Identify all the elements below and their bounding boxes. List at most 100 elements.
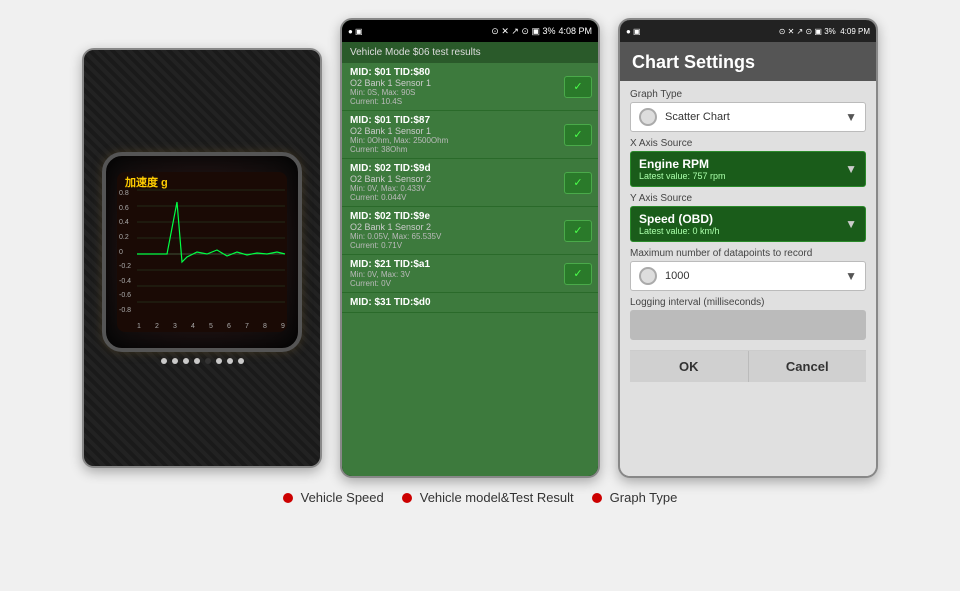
screen3-status-bar: ● ▣ ⊙ ✕ ↗ ⊙ ▣ 3% 4:09 PM [620,20,876,42]
chart-settings-title-bar: Chart Settings [620,42,876,81]
ok-check-5: ✓ [573,267,582,280]
screen2-wrapper: ● ▣ ⊙ ✕ ↗ ⊙ ▣ 3% ⊙ ✕ ↗ ⊙ ▣ 3% 4:08 PM 4:… [340,18,600,478]
settings-body: Graph Type Scatter Chart ▼ X Axis Source… [620,81,876,476]
graph-type-label: Graph Type [630,89,866,100]
graph-type-dropdown[interactable]: Scatter Chart ▼ [630,102,866,132]
status-bar-right-3: ⊙ ✕ ↗ ⊙ ▣ 3% 4:09 PM [779,27,870,36]
graph-type-value: Scatter Chart [665,111,845,123]
test-item-3-detail: Min: 0V, Max: 0.433VCurrent: 0.044V [350,184,590,202]
status-bar-right: ⊙ ✕ ↗ ⊙ ▣ 3% ⊙ ✕ ↗ ⊙ ▣ 3% 4:08 PM 4:08 P… [491,26,592,37]
x-axis-value: Engine RPM [639,157,726,171]
dot-5-active [205,358,211,364]
x-axis-content: Engine RPM Latest value: 757 rpm [639,157,726,181]
x-labels: 9 8 7 6 5 4 3 2 1 [137,323,285,330]
x-axis-dropdown[interactable]: Engine RPM Latest value: 757 rpm ▼ [630,151,866,187]
graph-type-circle [639,108,657,126]
cancel-button[interactable]: Cancel [749,351,867,382]
test-item-4-title: MID: $02 TID:$9e [350,211,590,222]
screen2-phone: ● ▣ ⊙ ✕ ↗ ⊙ ▣ 3% ⊙ ✕ ↗ ⊙ ▣ 3% 4:08 PM 4:… [340,18,600,478]
x-axis-arrow-icon: ▼ [845,162,857,176]
red-dot-2 [402,493,412,503]
test-item-4-detail: Min: 0.05V, Max: 65.535VCurrent: 0.71V [350,232,590,250]
dot-2 [172,358,178,364]
test-item-3-title: MID: $02 TID:$9d [350,163,590,174]
label-item-2: Vehicle model&Test Result [402,490,574,505]
ok-badge-3: ✓ [564,172,592,194]
ok-badge-1: ✓ [564,76,592,98]
ok-check-2: ✓ [573,128,582,141]
ok-check-4: ✓ [573,224,582,237]
test-item-1-detail: Min: 0S, Max: 90SCurrent: 10.4S [350,88,590,106]
y-axis-content: Speed (OBD) Latest value: 0 km/h [639,212,720,236]
test-item-5-detail: Min: 0V, Max: 3VCurrent: 0V [350,270,590,288]
chart-settings-title: Chart Settings [632,52,864,73]
max-datapoints-circle [639,267,657,285]
red-dot-1 [283,493,293,503]
test-item-2-sub: O2 Bank 1 Sensor 1 [350,126,590,136]
x-axis-label: X Axis Source [630,138,866,149]
status-bar-left-3: ● ▣ [626,27,641,36]
chart-area: 加速度 g 0.8 0.6 0.4 0.2 0 -0.2 -0.4 -0.6 -… [117,172,287,332]
dot-6 [216,358,222,364]
y-axis-label: Y Axis Source [630,193,866,204]
y-axis-section: Y Axis Source Speed (OBD) Latest value: … [630,193,866,242]
ok-badge-4: ✓ [564,220,592,242]
ok-button[interactable]: OK [630,351,749,382]
screen2-header: Vehicle Mode $06 test results [342,42,598,63]
x-axis-sub: Latest value: 757 rpm [639,171,726,181]
screen1-phone: 加速度 g 0.8 0.6 0.4 0.2 0 -0.2 -0.4 -0.6 -… [82,48,322,468]
max-datapoints-dropdown[interactable]: 1000 ▼ [630,261,866,291]
test-item-2: MID: $01 TID:$87 O2 Bank 1 Sensor 1 Min:… [342,111,598,159]
ok-check-3: ✓ [573,176,582,189]
labels-row: Vehicle Speed Vehicle model&Test Result … [0,478,960,505]
y-axis-value: Speed (OBD) [639,212,720,226]
status-bar-left: ● ▣ [348,27,363,36]
chart-svg [117,172,287,332]
label-text-3: Graph Type [610,490,678,505]
dots-row [161,358,244,364]
test-item-2-title: MID: $01 TID:$87 [350,115,590,126]
ok-badge-5: ✓ [564,263,592,285]
test-item-4-sub: O2 Bank 1 Sensor 2 [350,222,590,232]
test-item-1-sub: O2 Bank 1 Sensor 1 [350,78,590,88]
test-item-6-title: MID: $31 TID:$d0 [350,297,590,308]
ok-badge-2: ✓ [564,124,592,146]
test-item-1-title: MID: $01 TID:$80 [350,67,590,78]
dot-4 [194,358,200,364]
screen2-status-bar: ● ▣ ⊙ ✕ ↗ ⊙ ▣ 3% ⊙ ✕ ↗ ⊙ ▣ 3% 4:08 PM 4:… [342,20,598,42]
screen3-phone: ● ▣ ⊙ ✕ ↗ ⊙ ▣ 3% 4:09 PM Chart Settings … [618,18,878,478]
red-dot-3 [592,493,602,503]
screen1-wrapper: 加速度 g 0.8 0.6 0.4 0.2 0 -0.2 -0.4 -0.6 -… [82,48,322,468]
max-datapoints-value: 1000 [665,270,845,282]
gauge-container: 加速度 g 0.8 0.6 0.4 0.2 0 -0.2 -0.4 -0.6 -… [102,152,302,352]
x-axis-section: X Axis Source Engine RPM Latest value: 7… [630,138,866,187]
dialog-buttons: OK Cancel [630,350,866,382]
dot-3 [183,358,189,364]
graph-type-section: Graph Type Scatter Chart ▼ [630,89,866,132]
y-axis-arrow-icon: ▼ [845,217,857,231]
graph-type-arrow-icon: ▼ [845,110,857,124]
max-datapoints-label: Maximum number of datapoints to record [630,248,866,259]
test-item-3: MID: $02 TID:$9d O2 Bank 1 Sensor 2 Min:… [342,159,598,207]
test-item-6: MID: $31 TID:$d0 [342,293,598,313]
test-item-4: MID: $02 TID:$9e O2 Bank 1 Sensor 2 Min:… [342,207,598,255]
logging-label: Logging interval (milliseconds) [630,297,866,308]
label-text-2: Vehicle model&Test Result [420,490,574,505]
test-result-list: MID: $01 TID:$80 O2 Bank 1 Sensor 1 Min:… [342,63,598,476]
y-axis-dropdown[interactable]: Speed (OBD) Latest value: 0 km/h ▼ [630,206,866,242]
test-item-5: MID: $21 TID:$a1 Min: 0V, Max: 3VCurrent… [342,255,598,293]
dot-1 [161,358,167,364]
test-item-5-title: MID: $21 TID:$a1 [350,259,590,270]
test-item-3-sub: O2 Bank 1 Sensor 2 [350,174,590,184]
logging-dropdown[interactable] [630,310,866,340]
max-datapoints-arrow-icon: ▼ [845,269,857,283]
test-item-2-detail: Min: 0Ohm, Max: 2500OhmCurrent: 38Ohm [350,136,590,154]
screen3-wrapper: ● ▣ ⊙ ✕ ↗ ⊙ ▣ 3% 4:09 PM Chart Settings … [618,18,878,478]
dot-8 [238,358,244,364]
logging-section: Logging interval (milliseconds) [630,297,866,340]
dot-7 [227,358,233,364]
ok-check-1: ✓ [573,80,582,93]
y-axis-sub: Latest value: 0 km/h [639,226,720,236]
label-item-3: Graph Type [592,490,678,505]
label-item-1: Vehicle Speed [283,490,384,505]
